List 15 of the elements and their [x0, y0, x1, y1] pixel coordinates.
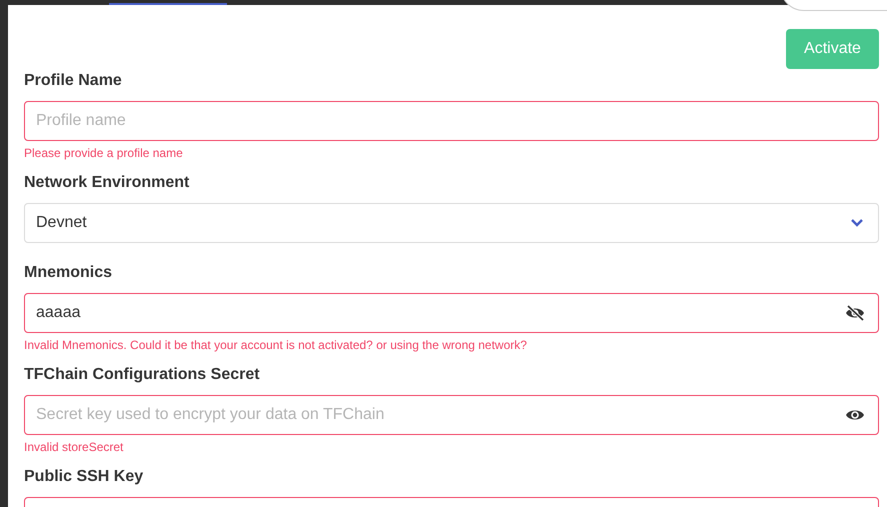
error-message: Invalid Mnemonics. Could it be that your account is not activated? or using the wrong network? [24, 337, 528, 353]
input-field[interactable]: aaaaa [24, 293, 879, 333]
eye-slash-icon[interactable] [845, 305, 865, 321]
field-label: Profile Name [24, 71, 123, 91]
field-label: Network Environment [24, 173, 190, 193]
field-label: Public SSH Key [24, 467, 144, 487]
select-field[interactable]: Devnet [24, 203, 879, 243]
input-field[interactable]: Profile name [24, 101, 879, 141]
field-label: TFChain Configurations Secret [24, 365, 261, 385]
eye-icon[interactable] [845, 408, 865, 422]
chevron-down-icon [850, 218, 864, 228]
error-message: Please provide a profile name [24, 145, 184, 161]
input-field[interactable]: Secret key used to encrypt your data on TFChain [24, 395, 879, 435]
error-message: Invalid storeSecret [24, 439, 124, 455]
field-label: Mnemonics [24, 263, 114, 283]
